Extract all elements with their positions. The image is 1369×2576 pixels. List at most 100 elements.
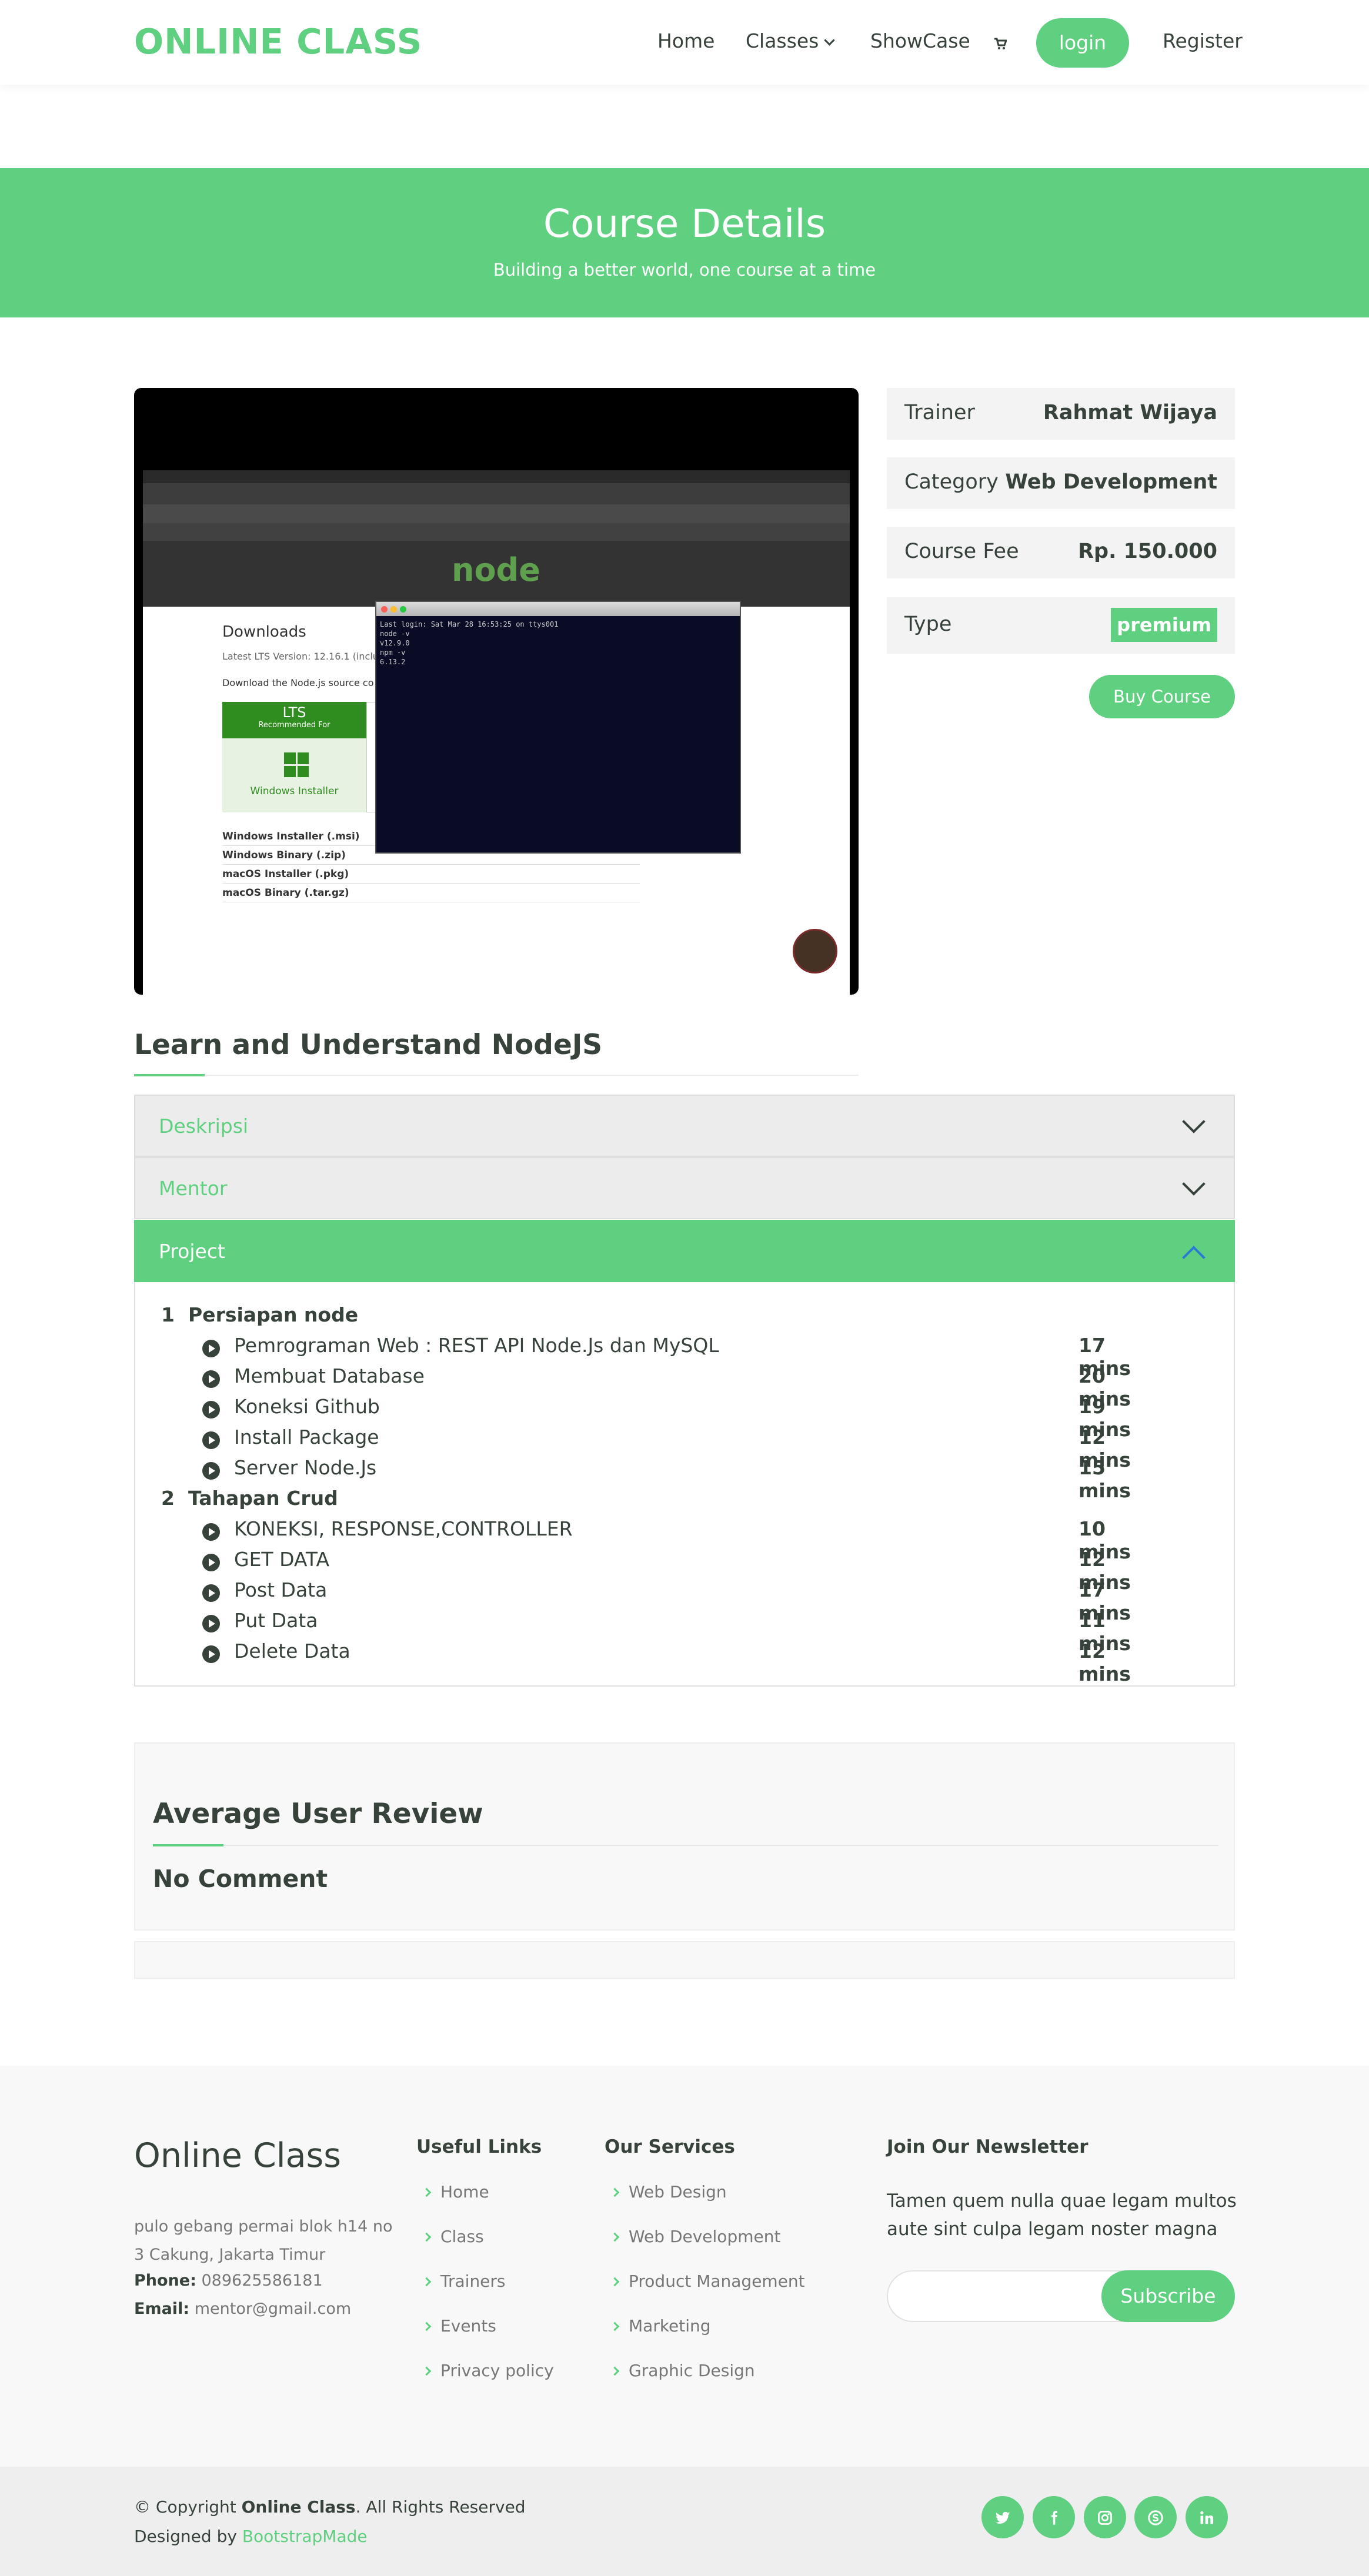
project-content: 1 Persiapan node Pemrograman Web : REST A… (134, 1282, 1235, 1687)
chevron-right-icon (610, 2232, 620, 2242)
lesson-item[interactable]: Membuat Database 20 mins (202, 1364, 1143, 1410)
copyright-prefix: © Copyright (134, 2497, 242, 2517)
footer-link[interactable]: Class (422, 2227, 484, 2246)
footer-address: pulo gebang permai blok h14 no 3 Cakung,… (134, 2217, 393, 2264)
lesson-item[interactable]: Pemrograman Web : REST API Node.Js dan M… (202, 1334, 1143, 1380)
buy-course-button[interactable]: Buy Course (1089, 675, 1235, 718)
category-row: Category Web Development (887, 457, 1235, 509)
email-value: mentor@gmail.com (194, 2300, 352, 2318)
subscribe-button[interactable]: Subscribe (1101, 2270, 1235, 2322)
page-hero: Course Details Building a better world, … (0, 168, 1369, 317)
linkedin-icon[interactable] (1186, 2496, 1228, 2538)
footer-link-label: Graphic Design (629, 2361, 755, 2380)
play-icon (202, 1462, 220, 1480)
facebook-icon[interactable] (1033, 2496, 1075, 2538)
footer-link-label: Marketing (629, 2316, 711, 2336)
review-list (134, 1941, 1235, 1979)
course-title: Learn and Understand NodeJS (134, 1029, 603, 1061)
chevron-up-icon (1182, 1246, 1206, 1269)
chevron-down-icon (824, 35, 836, 46)
terminal-line: npm -v (380, 648, 406, 657)
footer-link-label: Home (440, 2182, 489, 2202)
section-heading: 1 Persiapan node (161, 1303, 358, 1326)
section-heading: 2 Tahapan Crud (161, 1487, 338, 1510)
chevron-right-icon (610, 2321, 620, 2331)
nav-home[interactable]: Home (657, 29, 714, 52)
useful-links-title: Useful Links (416, 2136, 542, 2157)
lesson-item[interactable]: Put Data 11 mins (202, 1609, 1143, 1655)
lesson-item[interactable]: Delete Data 12 mins (202, 1640, 1143, 1685)
footer-link[interactable]: Events (422, 2316, 496, 2336)
lesson-item[interactable]: KONEKSI, RESPONSE,CONTROLLER 10 mins (202, 1517, 1143, 1563)
lesson-title: Server Node.Js (234, 1456, 377, 1479)
skype-icon[interactable] (1134, 2496, 1177, 2538)
section-title: Persiapan node (188, 1303, 359, 1326)
terminal-line: v12.9.0 (380, 639, 410, 647)
lesson-title: Membuat Database (234, 1364, 425, 1387)
lesson-item[interactable]: Koneksi Github 19 mins (202, 1395, 1143, 1441)
section-title: Tahapan Crud (188, 1487, 338, 1510)
footer-link-label: Web Design (629, 2182, 727, 2202)
twitter-icon[interactable] (981, 2496, 1024, 2538)
accordion-mentor[interactable]: Mentor (134, 1157, 1235, 1219)
footer-link[interactable]: Graphic Design (610, 2361, 755, 2380)
play-icon (202, 1584, 220, 1602)
lts-box-title: LTS (282, 704, 306, 721)
site-footer: Online Class pulo gebang permai blok h14… (0, 2066, 1369, 2467)
windows-installer-box: Windows Installer (222, 738, 366, 812)
terminal-title-bar (376, 602, 740, 616)
footer-link[interactable]: Trainers (422, 2271, 506, 2291)
chevron-right-icon (422, 2366, 432, 2376)
instagram-icon[interactable] (1084, 2496, 1126, 2538)
trainer-label: Trainer (904, 401, 975, 424)
chevron-right-icon (422, 2277, 432, 2287)
lesson-item[interactable]: Server Node.Js 15 mins (202, 1456, 1143, 1502)
fee-label: Course Fee (904, 540, 1019, 563)
accordion-deskripsi[interactable]: Deskripsi (134, 1095, 1235, 1157)
type-row: Type premium (887, 597, 1235, 654)
footer-link[interactable]: Marketing (610, 2316, 711, 2336)
download-row: macOS Installer (.pkg) (222, 865, 640, 884)
accordion-label: Deskripsi (159, 1115, 249, 1138)
chevron-right-icon (422, 2187, 432, 2197)
node-site-header: node (143, 541, 850, 607)
node-logo: node (452, 551, 540, 588)
site-header: ONLINE CLASS Home Classes ShowCase login… (0, 0, 1369, 85)
chevron-right-icon (422, 2321, 432, 2331)
footer-link[interactable]: Privacy policy (422, 2361, 554, 2380)
footer-link[interactable]: Web Design (610, 2182, 727, 2202)
accordion-label: Mentor (159, 1177, 228, 1200)
footer-email: Email: mentor@gmail.com (134, 2300, 351, 2318)
phone-label: Phone: (134, 2271, 196, 2290)
accordion-project[interactable]: Project (134, 1220, 1235, 1282)
footer-link-label: Product Management (629, 2271, 805, 2291)
divider-accent (153, 1844, 223, 1846)
lts-version: Latest LTS Version: 12.16.1 (inclu (222, 651, 379, 662)
footer-link[interactable]: Web Development (610, 2227, 780, 2246)
credits-link[interactable]: BootstrapMade (242, 2527, 368, 2546)
divider-accent (134, 1074, 205, 1076)
play-icon (202, 1431, 220, 1449)
cart-icon[interactable] (994, 32, 1008, 55)
lesson-item[interactable]: Install Package 12 mins (202, 1426, 1143, 1471)
lesson-item[interactable]: GET DATA 12 mins (202, 1548, 1143, 1594)
nav-register[interactable]: Register (1163, 29, 1243, 52)
footer-link[interactable]: Product Management (610, 2271, 805, 2291)
nav-classes[interactable]: Classes (746, 29, 836, 52)
nav-showcase[interactable]: ShowCase (870, 29, 970, 52)
login-button[interactable]: login (1036, 18, 1129, 68)
lesson-item[interactable]: Post Data 17 mins (202, 1578, 1143, 1624)
lts-box-sub: Recommended For (258, 721, 330, 730)
footer-link[interactable]: Home (422, 2182, 489, 2202)
course-video[interactable]: node Downloads Latest LTS Version: 12.16… (134, 388, 859, 995)
terminal-line: Last login: Sat Mar 28 16:53:25 on ttys0… (380, 620, 559, 628)
chevron-down-icon (1182, 1110, 1206, 1133)
trainer-value: Rahmat Wijaya (1043, 401, 1217, 424)
section-number: 1 (161, 1303, 175, 1326)
terminal-line: 6.13.2 (380, 658, 406, 666)
chevron-right-icon (422, 2232, 432, 2242)
newsletter-text: Tamen quem nulla quae legam multos aute … (887, 2190, 1237, 2240)
lesson-title: KONEKSI, RESPONSE,CONTROLLER (234, 1517, 573, 1540)
chevron-down-icon (1182, 1172, 1206, 1196)
lesson-title: Put Data (234, 1609, 318, 1632)
